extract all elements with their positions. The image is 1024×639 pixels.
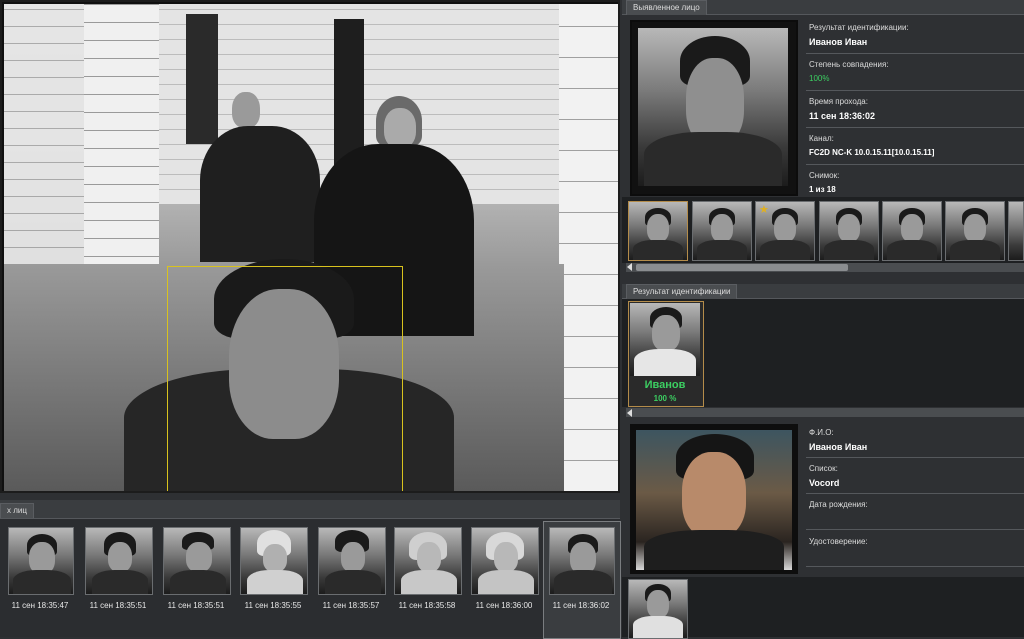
snapshot-7[interactable] (1008, 201, 1024, 261)
detected-value-match: 100% (809, 74, 830, 83)
ident-tab[interactable]: Результат идентификации (626, 284, 738, 299)
face-thumb-4[interactable] (240, 527, 308, 595)
detected-value-channel: FC2D NC-K 10.0.15.11[10.0.15.11] (809, 148, 935, 157)
detected-label-time: Время прохода: (809, 97, 868, 106)
face-time-8: 11 сен 18:36:02 (552, 601, 610, 610)
snapshot-4[interactable] (819, 201, 879, 261)
faces-panel-header (0, 500, 620, 519)
face-time-5: 11 сен 18:35:57 (322, 601, 380, 610)
detected-value-snapshot: 1 из 18 (809, 185, 836, 194)
person-label-list: Список: (809, 464, 838, 473)
star-icon: ★ (759, 204, 769, 216)
detected-value-result: Иванов Иван (809, 37, 868, 47)
camera-view[interactable] (0, 0, 620, 493)
detected-face-photo (638, 28, 788, 186)
person-photo-thumb[interactable] (628, 579, 688, 639)
face-thumb-3[interactable] (163, 527, 231, 595)
person-photo (636, 430, 792, 570)
snapshot-3[interactable]: ★ (755, 201, 815, 261)
face-thumb-2[interactable] (85, 527, 153, 595)
right-panel: Выявленное лицо Результат идентификации:… (622, 0, 1024, 639)
person-sep-4 (806, 566, 1024, 567)
detected-label-snapshot: Снимок: (809, 171, 840, 180)
face-time-1: 11 сен 18:35:47 (11, 601, 69, 610)
ident-card-photo (630, 303, 700, 376)
face-thumb-1[interactable] (8, 527, 74, 595)
face-detection-box[interactable] (167, 266, 403, 491)
face-time-2: 11 сен 18:35:51 (89, 601, 147, 610)
person-value-list: Vocord (809, 478, 840, 488)
ident-card-name: Иванов (644, 379, 686, 391)
snapshot-2[interactable] (692, 201, 752, 261)
detected-label-channel: Канал: (809, 134, 834, 143)
detected-sep-2 (806, 90, 1024, 91)
person-sep-2 (806, 493, 1024, 494)
snapshot-scroll-thumb[interactable] (636, 264, 848, 271)
faces-panel: х лиц 11 сен 18:35:47 11 сен 18:35:51 11… (0, 500, 621, 639)
detected-tab[interactable]: Выявленное лицо (626, 0, 707, 15)
face-time-3: 11 сен 18:35:51 (167, 601, 225, 610)
snapshot-1[interactable] (628, 201, 688, 261)
faces-tab[interactable]: х лиц (0, 503, 34, 518)
person-sep-1 (806, 457, 1024, 458)
person-label-id: Удостоверение: (809, 537, 868, 546)
face-time-6: 11 сен 18:35:58 (398, 601, 456, 610)
detected-sep-1 (806, 53, 1024, 54)
scroll-left-arrow-icon[interactable] (627, 263, 632, 271)
person-value-name: Иванов Иван (809, 442, 868, 452)
face-thumb-7[interactable] (471, 527, 539, 595)
left-wall (4, 4, 84, 264)
ident-scrollbar[interactable] (626, 408, 1024, 417)
person-label-name: Ф.И.О: (809, 428, 834, 437)
snapshot-5[interactable] (882, 201, 942, 261)
ident-scroll-left-icon[interactable] (627, 409, 632, 417)
detected-sep-4 (806, 164, 1024, 165)
person-sep-3 (806, 529, 1024, 530)
right-wall (559, 4, 618, 491)
face-time-7: 11 сен 18:36:00 (475, 601, 533, 610)
face-thumb-5[interactable] (318, 527, 386, 595)
face-time-4: 11 сен 18:35:55 (244, 601, 302, 610)
face-thumb-6[interactable] (394, 527, 462, 595)
detected-label-result: Результат идентификации: (809, 23, 909, 32)
person-background-man (200, 92, 320, 262)
face-thumb-8[interactable] (549, 527, 615, 595)
person-label-birth: Дата рождения: (809, 500, 868, 509)
detected-sep-3 (806, 127, 1024, 128)
ident-card-percent: 100 % (653, 394, 677, 403)
detected-label-match: Степень совпадения: (809, 60, 889, 69)
snapshot-6[interactable] (945, 201, 1005, 261)
pillar (84, 4, 159, 274)
detected-value-time: 11 сен 18:36:02 (809, 111, 875, 121)
camera-frame (4, 4, 618, 491)
